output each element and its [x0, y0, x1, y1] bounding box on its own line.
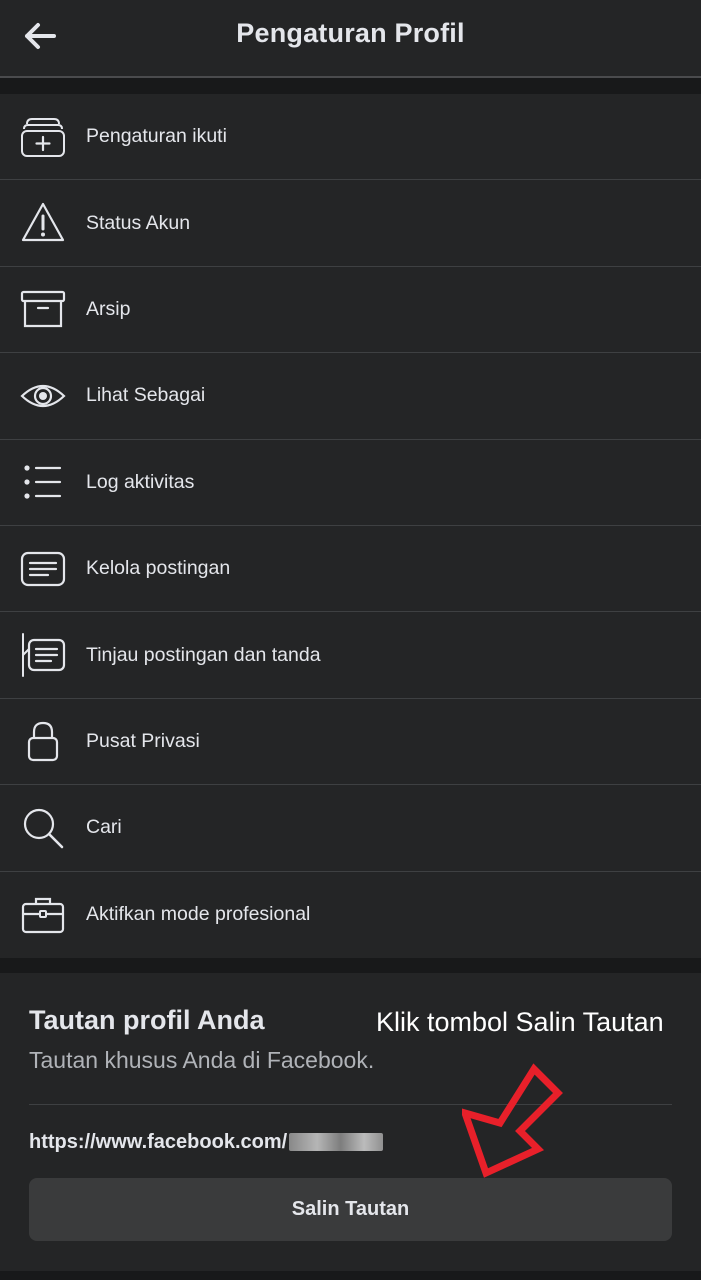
profile-url: https://www.facebook.com/: [29, 1129, 384, 1155]
briefcase-icon: [21, 897, 65, 933]
lock-icon: [27, 722, 59, 762]
menu-item-follow-settings[interactable]: Pengaturan ikuti: [0, 94, 701, 181]
manage-posts-icon: [20, 551, 66, 586]
top-app-bar: Pengaturan Profil: [0, 0, 701, 78]
menu-item-label: Pusat Privasi: [86, 729, 200, 752]
menu-item-label: Kelola postingan: [86, 557, 231, 580]
menu-item-archive[interactable]: Arsip: [0, 267, 701, 354]
menu-item-account-status[interactable]: Status Akun: [0, 180, 701, 267]
menu-item-label: Pengaturan ikuti: [86, 125, 227, 148]
redacted-username: [289, 1133, 384, 1151]
follow-settings-icon: [21, 117, 65, 157]
menu-item-review-posts[interactable]: Tinjau postingan dan tanda: [0, 612, 701, 699]
menu-item-manage-posts[interactable]: Kelola postingan: [0, 526, 701, 613]
section-title: Tautan profil Anda: [29, 1005, 265, 1035]
search-icon: [23, 808, 64, 849]
eye-icon: [20, 384, 66, 407]
menu-item-label: Arsip: [86, 297, 131, 320]
divider: [29, 1104, 672, 1105]
profile-url-text: https://www.facebook.com/: [29, 1130, 288, 1153]
menu-item-activity-log[interactable]: Log aktivitas: [0, 440, 701, 526]
menu-item-search[interactable]: Cari: [0, 785, 701, 872]
menu-item-label: Log aktivitas: [86, 470, 195, 493]
page-title: Pengaturan Profil: [236, 18, 465, 48]
profile-link-section: Tautan profil Anda Tautan khusus Anda di…: [0, 973, 701, 1271]
menu-item-label: Cari: [86, 816, 122, 839]
annotation-text: Klik tombol Salin Tautan: [376, 1007, 664, 1037]
review-posts-icon: [22, 633, 66, 678]
menu-item-label: Aktifkan mode profesional: [86, 903, 311, 926]
menu-item-label: Status Akun: [86, 211, 191, 234]
section-subtitle: Tautan khusus Anda di Facebook.: [29, 1047, 375, 1073]
annotation-arrow-icon: [462, 1063, 563, 1178]
menu-item-view-as[interactable]: Lihat Sebagai: [0, 353, 701, 440]
list-icon: [24, 465, 62, 499]
settings-menu: Pengaturan ikuti Status Akun Arsip Lihat…: [0, 94, 701, 958]
menu-item-privacy-center[interactable]: Pusat Privasi: [0, 699, 701, 786]
bottom-edge: [0, 1271, 701, 1280]
menu-item-professional-mode[interactable]: Aktifkan mode profesional: [0, 872, 701, 958]
copy-link-button[interactable]: Salin Tautan: [29, 1178, 672, 1241]
archive-icon: [20, 291, 66, 328]
warning-icon: [21, 202, 65, 242]
menu-item-label: Tinjau postingan dan tanda: [86, 643, 321, 666]
menu-item-label: Lihat Sebagai: [86, 384, 206, 407]
